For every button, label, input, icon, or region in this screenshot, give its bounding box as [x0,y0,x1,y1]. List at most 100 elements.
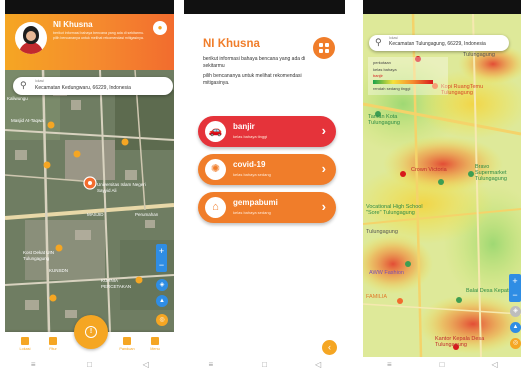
map-label: Crown Victoria [411,167,447,173]
recent-apps-icon[interactable]: ≡ [379,360,399,369]
hazard-list-screen: NI Khusna berikut informasi bahaya benca… [184,0,345,372]
svg-text:Tulungagung: Tulungagung [23,256,50,261]
location-search-bar[interactable]: ⚲ lokasi Kecamatan Tulungagung, 66229, I… [369,35,509,51]
locate-button[interactable]: ◎ [156,314,168,326]
svg-text:PERCETAKAN: PERCETAKAN [101,284,131,289]
hazard-card-covid[interactable]: ✺ covid-19 kelas bahaya sedang › [198,154,336,185]
search-label: lokasi [389,36,398,40]
svg-text:KUNSDN: KUNSDN [49,268,68,273]
back-icon[interactable]: ◁ [308,360,328,369]
zoom-out-button[interactable]: − [156,258,167,272]
hazard-name: banjir [233,122,255,131]
terrain-icon[interactable]: ▲ [156,295,168,307]
collapse-button[interactable]: ‹ [322,340,337,355]
hazard-heatmap-screen: Tulungagung Kopi RuangTemu Tulungagung T… [363,0,521,372]
user-name: NI Khusna [203,38,260,50]
menu-icon [151,337,159,345]
status-bar [363,0,521,14]
search-input[interactable]: Kecamatan Tulungagung, 66229, Indonesia [389,41,486,47]
svg-text:Kost Dekat UIN: Kost Dekat UIN [23,250,54,255]
status-bar [5,0,174,14]
svg-text:Masjid At-Taqwa: Masjid At-Taqwa [11,118,44,123]
map-label: Bravo Supermarket Tulungagung [475,164,507,182]
map-label: AWW Fashion [369,270,404,276]
grid-menu-icon[interactable] [313,37,335,59]
system-nav-bar: ≡ □ ◁ [184,357,345,372]
back-icon[interactable]: ◁ [136,360,156,369]
book-icon [123,337,131,345]
recent-apps-icon[interactable]: ≡ [201,360,221,369]
legend-color-scale [373,80,433,84]
virus-icon: ✺ [205,159,226,180]
hazard-name: gempabumi [233,198,278,207]
car-flood-icon: 🚗 [205,121,226,142]
notification-icon[interactable]: ● [153,21,167,35]
status-bar [184,0,345,14]
satellite-map[interactable]: Kaliwungu Masjid At-Taqwa Universitas Is… [5,70,174,332]
chevron-right-icon: › [321,199,326,214]
legend-subtitle: kelas bahaya [373,67,397,72]
screenshot-collage: Kaliwungu Masjid At-Taqwa Universitas Is… [0,0,521,372]
map-label: Tulungagung [463,52,495,58]
location-icon [21,337,29,345]
search-icon: ⚲ [375,37,382,47]
center-action-button[interactable]: ! [74,315,108,349]
map-label: Tulungagung [366,229,398,235]
system-nav-bar: ≡ □ ◁ [5,357,174,372]
zoom-controls[interactable]: + − [509,274,521,302]
terrain-icon[interactable]: ▲ [510,322,521,333]
hazard-card-banjir[interactable]: 🚗 banjir kelas bahaya tinggi › [198,116,336,147]
map-label: Taman Kota Tulungagung [368,114,400,126]
zoom-in-button[interactable]: + [509,274,521,288]
hazard-card-gempabumi[interactable]: ⌂ gempabumi kelas bahaya sedang › [198,192,336,223]
hazard-panel: NI Khusna berikut informasi bahaya benca… [184,14,345,357]
intro-text: berikut informasi bahaya bencana yang ad… [203,56,306,69]
svg-text:KURNIA: KURNIA [101,278,118,283]
profile-description: berikut informasi bahaya bencana yang ad… [53,31,145,40]
home-icon[interactable]: □ [79,360,99,369]
chevron-right-icon: › [321,161,326,176]
zoom-out-button[interactable]: − [509,288,521,302]
map-label: Kantor Kepala Desa Tulungagung [435,336,485,348]
chevron-right-icon: › [321,123,326,138]
back-icon[interactable]: ◁ [485,360,505,369]
svg-text:Kaliwungu: Kaliwungu [7,96,28,101]
instruction-text: pilih bencananya untuk melihat rekomenda… [203,73,302,86]
system-nav-bar: ≡ □ ◁ [363,357,521,372]
svg-text:MASJID: MASJID [87,212,104,217]
svg-text:Universitas Islam Negeri: Universitas Islam Negeri [97,182,146,187]
legend-hazard: banjir [373,73,383,78]
earthquake-icon: ⌂ [205,197,226,218]
locate-button[interactable]: ◎ [510,338,521,349]
hazard-level: kelas bahaya sedang [233,210,271,215]
search-icon: ⚲ [20,80,27,90]
search-input[interactable]: Kecamatan Kedungwaru, 66229, Indonesia [35,85,131,91]
profile-header: NI Khusna berikut informasi bahaya benca… [5,14,174,70]
search-label: lokasi [35,79,44,83]
location-search-bar[interactable]: ⚲ lokasi Kecamatan Kedungwaru, 66229, In… [13,77,173,95]
hazard-level: kelas bahaya sedang [233,172,271,177]
legend-scale-labels: rendah sedang tinggi [373,86,411,91]
tab-panduan[interactable]: Panduan [113,337,141,351]
tab-menu[interactable]: Menu [141,337,169,351]
grid-icon [49,337,57,345]
tab-fitur[interactable]: Fitur [39,337,67,351]
layers-button[interactable]: ◈ [510,306,521,317]
zoom-in-button[interactable]: + [156,244,167,258]
map-label: Vocational High School "Sore" Tulungagun… [366,204,423,216]
tab-lokasi[interactable]: Lokasi [11,337,39,351]
layers-button[interactable]: ◈ [156,279,168,291]
hazard-name: covid-19 [233,160,266,169]
home-icon[interactable]: □ [432,360,452,369]
info-icon: ! [85,326,97,338]
svg-text:Perumahan: Perumahan [135,212,159,217]
legend-title: perkotaan [373,60,391,65]
recent-apps-icon[interactable]: ≡ [23,360,43,369]
zoom-controls[interactable]: + − [156,244,167,272]
avatar[interactable] [15,22,47,54]
home-icon[interactable]: □ [254,360,274,369]
map-label: Kopi RuangTemu Tulungagung [441,84,484,96]
svg-text:Sayyid Ali: Sayyid Ali [97,188,117,193]
home-map-screen: Kaliwungu Masjid At-Taqwa Universitas Is… [5,0,174,372]
user-name: NI Khusna [53,20,93,29]
